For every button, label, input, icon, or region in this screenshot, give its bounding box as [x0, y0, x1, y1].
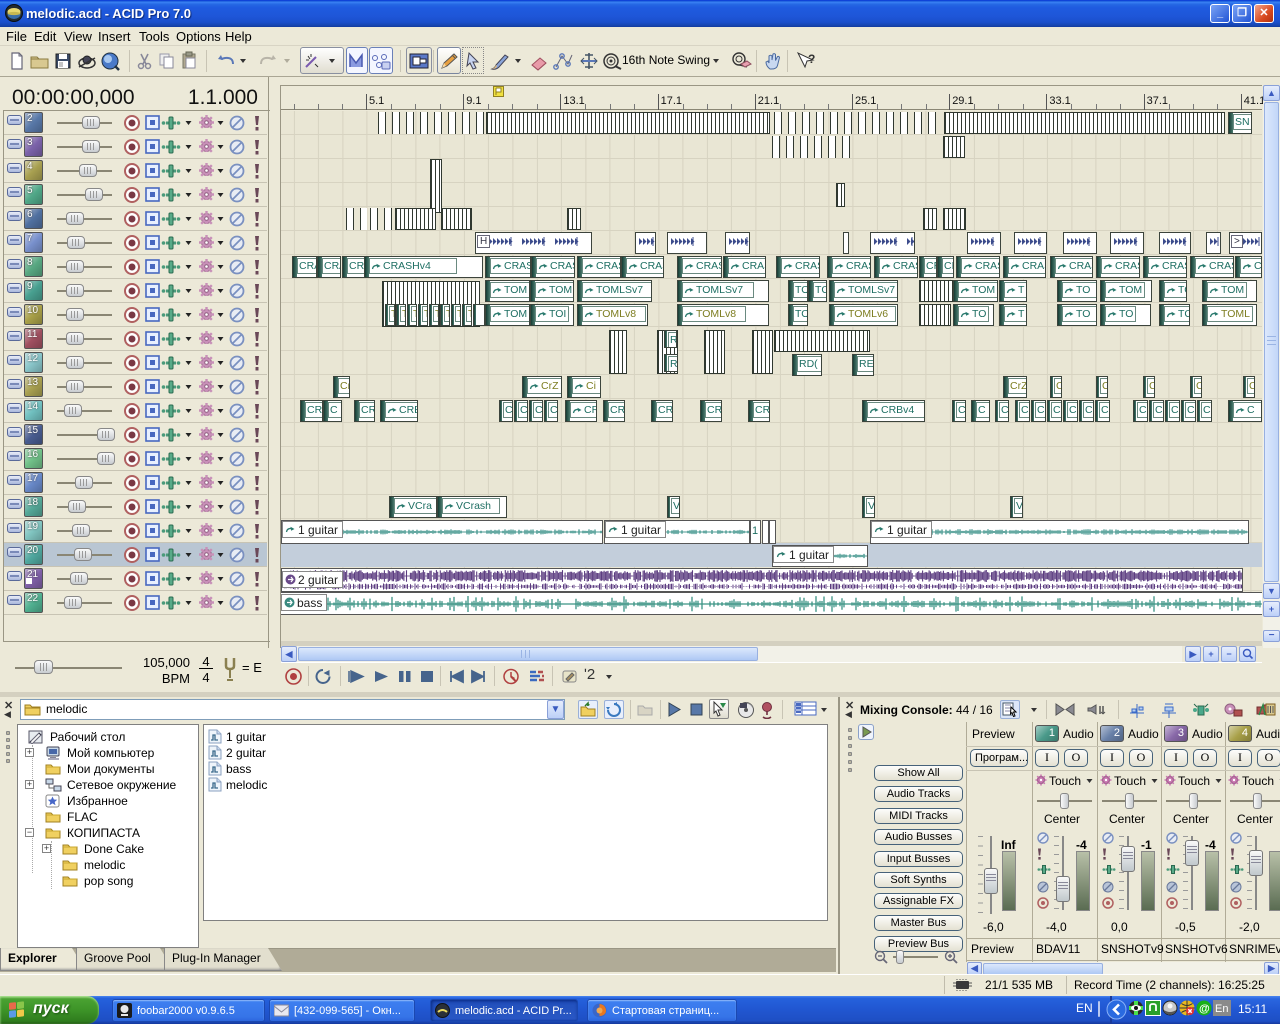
svg-text:En: En [1215, 1003, 1228, 1015]
svg-text:?: ? [808, 52, 815, 66]
svg-text:@: @ [1199, 1003, 1210, 1015]
